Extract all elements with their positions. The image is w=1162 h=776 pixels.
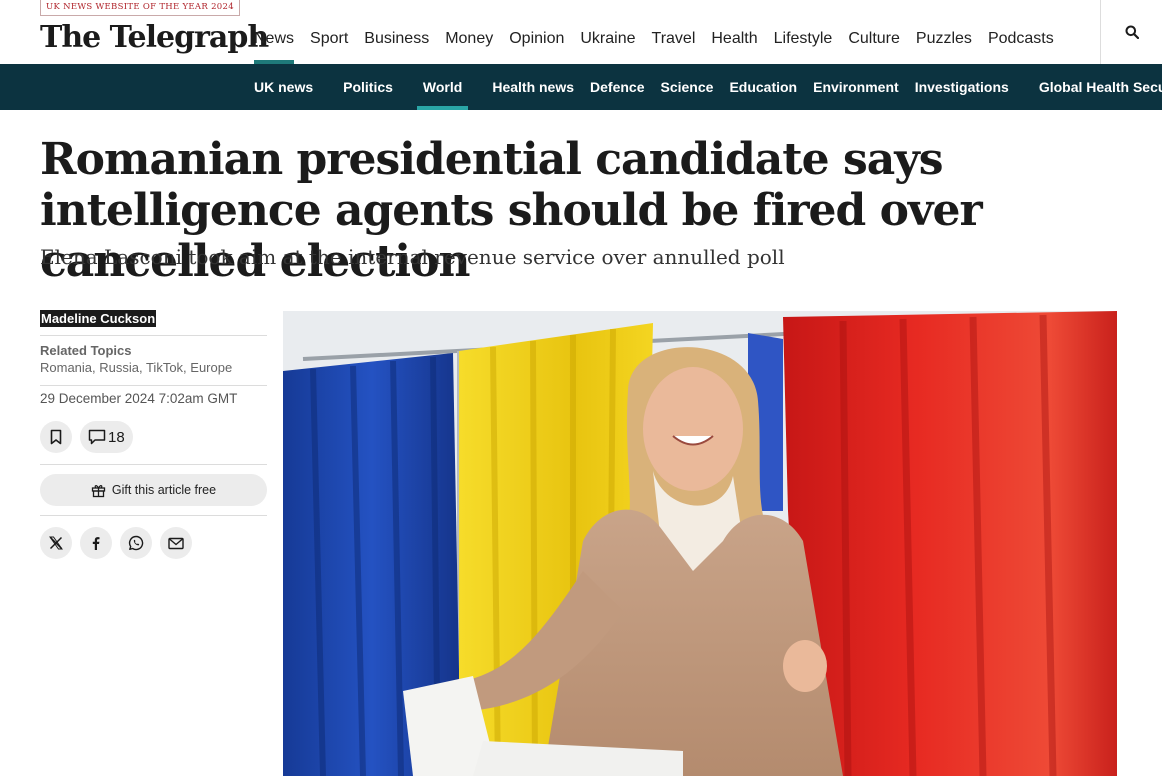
gift-icon: [91, 484, 106, 497]
x-icon: [49, 536, 63, 550]
email-icon: [168, 537, 184, 549]
comments-button[interactable]: 18: [80, 421, 133, 453]
subnav-environment[interactable]: Environment: [813, 64, 899, 110]
nav-culture[interactable]: Culture: [848, 24, 900, 54]
article-meta-sidebar: Madeline Cuckson Related Topics Romania,…: [40, 310, 267, 559]
gift-label: Gift this article free: [111, 483, 217, 497]
comment-count: 18: [108, 428, 125, 446]
lead-photo[interactable]: [283, 311, 1117, 776]
nav-money[interactable]: Money: [445, 24, 493, 54]
nav-podcasts[interactable]: Podcasts: [988, 24, 1054, 54]
photo-illustration: [283, 311, 1117, 776]
gift-article-button[interactable]: Gift this article free: [40, 474, 267, 506]
share-x-button[interactable]: [40, 527, 72, 559]
subnav-politics[interactable]: Politics: [343, 64, 393, 110]
nav-opinion[interactable]: Opinion: [509, 24, 564, 54]
nav-business[interactable]: Business: [364, 24, 429, 54]
bookmark-icon: [50, 429, 62, 445]
share-facebook-button[interactable]: [80, 527, 112, 559]
share-email-button[interactable]: [160, 527, 192, 559]
bookmark-button[interactable]: [40, 421, 72, 453]
whatsapp-icon: [128, 535, 144, 551]
subnav-science[interactable]: Science: [661, 64, 714, 110]
nav-puzzles[interactable]: Puzzles: [916, 24, 972, 54]
nav-lifestyle[interactable]: Lifestyle: [774, 24, 833, 54]
site-logo[interactable]: The Telegraph: [40, 19, 269, 57]
share-whatsapp-button[interactable]: [120, 527, 152, 559]
share-buttons: [40, 527, 267, 559]
main-nav: News Sport Business Money Opinion Ukrain…: [254, 24, 1070, 64]
related-topics-label: Related Topics: [40, 343, 132, 358]
nav-travel[interactable]: Travel: [652, 24, 696, 54]
article-standfirst: Elena Lasconi took aim at the internal r…: [40, 245, 785, 269]
nav-sport[interactable]: Sport: [310, 24, 348, 54]
subnav-health-news[interactable]: Health news: [492, 64, 574, 110]
search-button[interactable]: [1100, 0, 1162, 64]
subnav-defence[interactable]: Defence: [590, 64, 644, 110]
subnav-global-health-security[interactable]: Global Health Security: [1039, 64, 1162, 110]
section-subnav: UK news Politics World Health news Defen…: [0, 64, 1162, 110]
publish-date: 29 December 2024 7:02am GMT: [40, 391, 238, 406]
nav-news[interactable]: News: [254, 24, 295, 64]
search-icon: [1125, 25, 1139, 39]
subnav-world[interactable]: World: [416, 64, 469, 110]
subnav-education[interactable]: Education: [729, 64, 797, 110]
facebook-icon: [92, 537, 100, 550]
article-actions: 18: [40, 421, 267, 453]
divider: [40, 335, 267, 336]
award-badge: UK NEWS WEBSITE OF THE YEAR 2024: [40, 0, 240, 16]
author-link[interactable]: Madeline Cuckson: [40, 310, 157, 327]
divider: [40, 464, 267, 465]
related-topics-list[interactable]: Romania, Russia, TikTok, Europe: [40, 359, 267, 377]
nav-ukraine[interactable]: Ukraine: [580, 24, 635, 54]
subnav-uk-news[interactable]: UK news: [254, 64, 313, 110]
subnav-investigations[interactable]: Investigations: [915, 64, 1009, 110]
comment-icon: [88, 429, 106, 445]
divider: [40, 515, 267, 516]
divider: [40, 385, 267, 386]
nav-health[interactable]: Health: [711, 24, 757, 54]
top-header: UK NEWS WEBSITE OF THE YEAR 2024 The Tel…: [0, 0, 1162, 64]
